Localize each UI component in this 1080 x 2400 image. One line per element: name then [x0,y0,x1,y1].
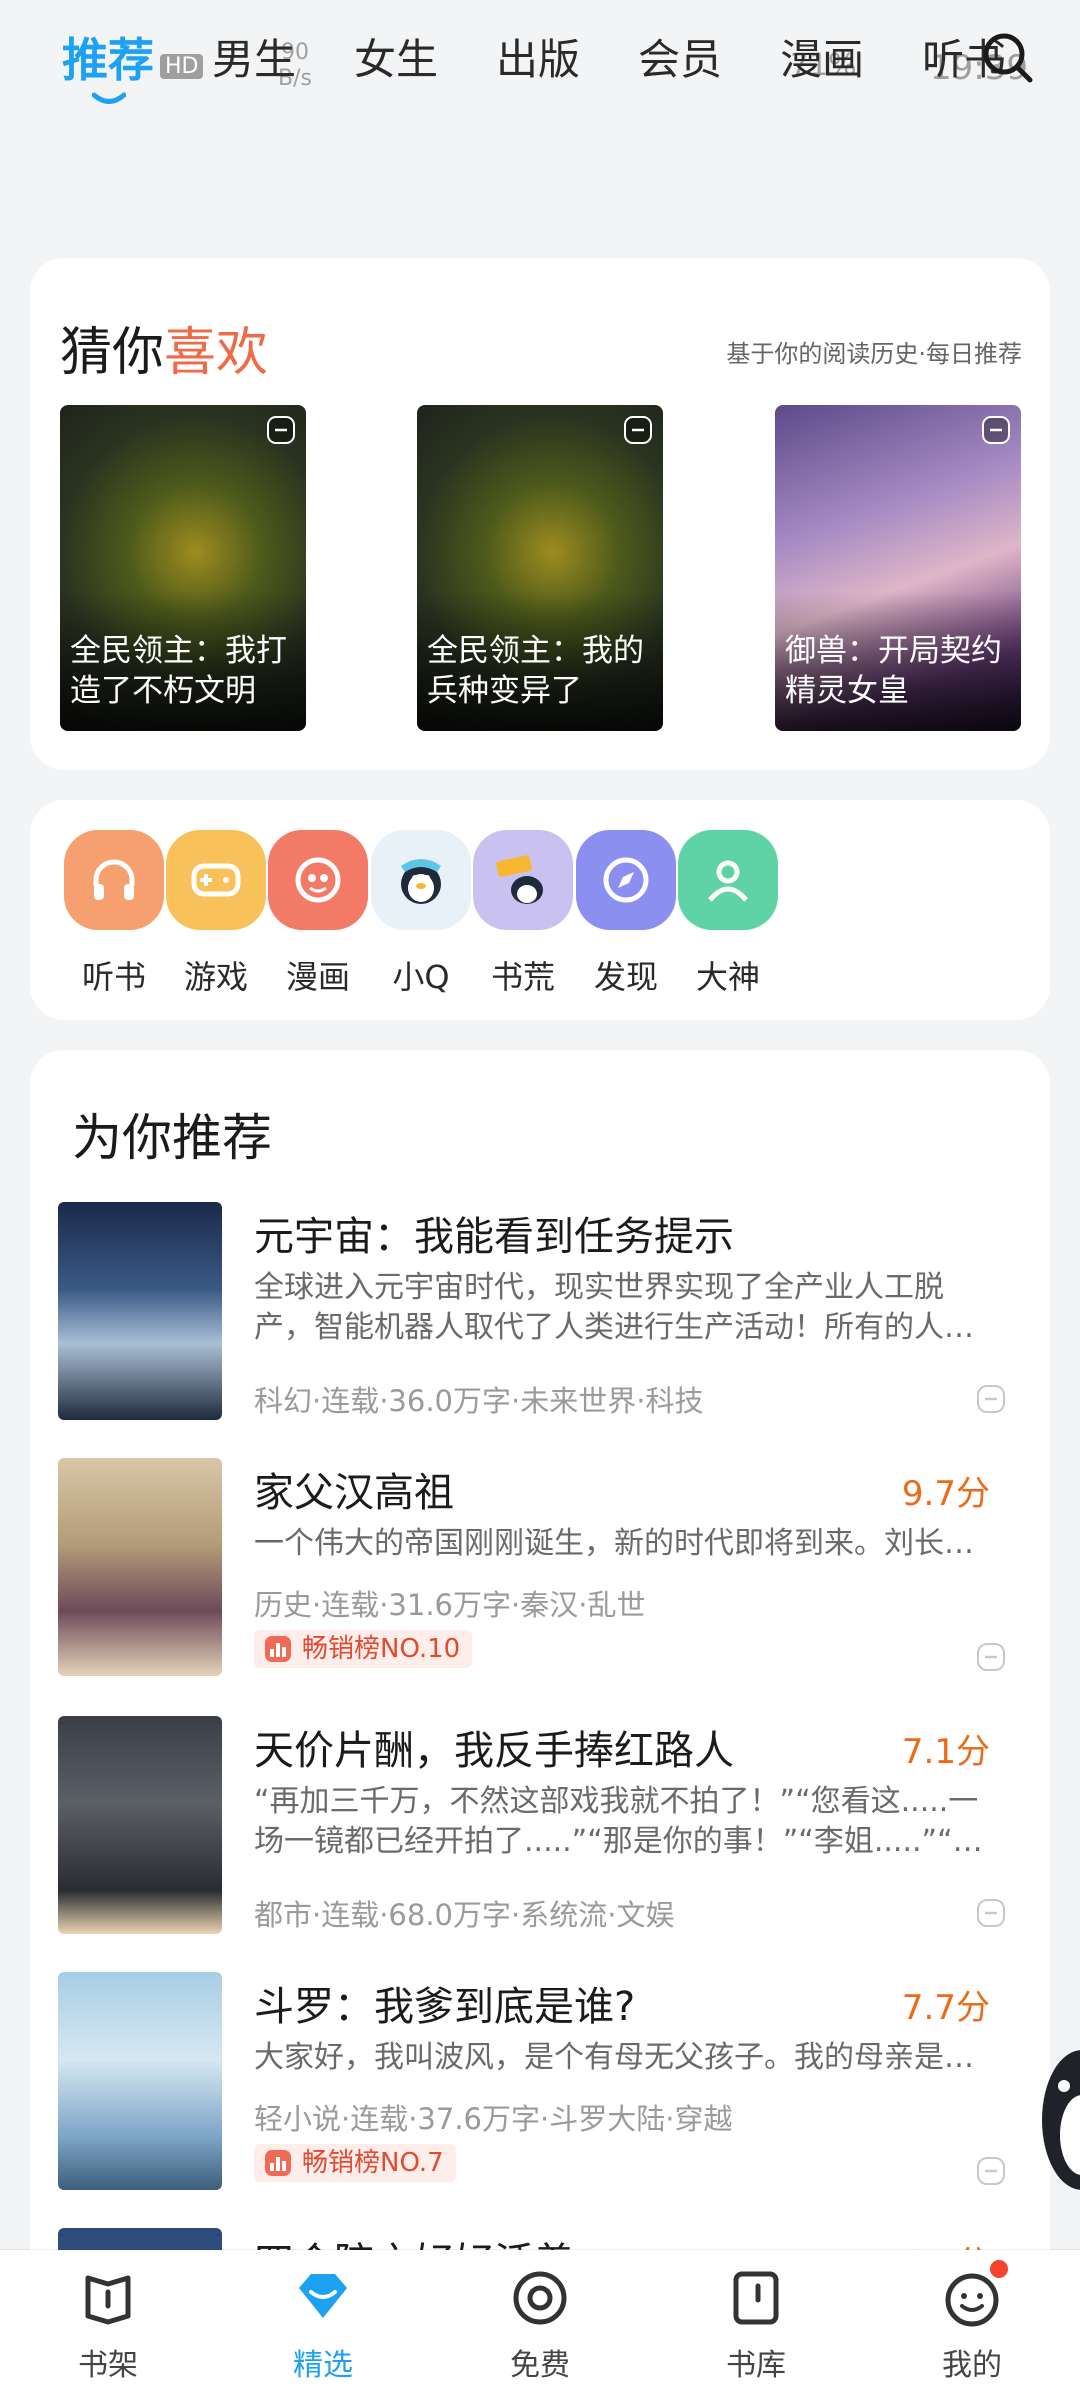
book-score: 7.1分 [901,1732,990,1772]
tab-publish[interactable]: 出版 [496,30,580,90]
book-description: 全球进入元宇宙时代，现实世界实现了全产业人工脱产，智能机器人取代了人类进行生产活… [254,1270,974,1345]
guess-book-title: 全民领主：我打造了不朽文明 [70,633,287,709]
active-tab-indicator [92,92,126,104]
guess-book[interactable]: 御兽：开局契约精灵女皇 [775,405,1021,731]
guess-book[interactable]: 全民领主：我打造了不朽文明 [60,405,306,731]
bookshelf-icon [78,2268,138,2328]
library-icon [726,2268,786,2328]
shortcut-great-author[interactable]: 大神 [673,830,783,998]
rank-icon [265,1636,291,1662]
tab-vip[interactable]: 会员 [638,30,722,90]
book-meta: 都市·连载·68.0万字·系统流·文娱 [254,1898,675,1932]
dislike-icon[interactable] [981,415,1011,445]
penguin-sign-icon [473,830,573,930]
rank-badge: 畅销榜NO.7 [254,2144,456,2182]
nav-bookshelf[interactable]: 书架 [38,2268,178,2384]
book-item[interactable]: 家父汉高祖 9.7分 一个伟大的帝国刚刚诞生，新的时代即将到来。刘长穿越而来……… [58,1458,1022,1676]
rank-badge: 畅销榜NO.10 [254,1630,473,1668]
guess-book-title: 全民领主：我的兵种变异了 [427,633,644,709]
dislike-icon[interactable] [623,415,653,445]
shortcut-row: 听书 游戏 漫画 小Q 书荒 发现 大神 [30,800,1050,1020]
shortcut-audiobook[interactable]: 听书 [59,830,169,998]
tab-female[interactable]: 女生 [354,30,438,90]
book-meta: 轻小说·连载·37.6万字·斗罗大陆·穿越 [254,2102,733,2136]
book-cover [58,1458,222,1676]
compass-icon [576,830,676,930]
profile-icon [942,2260,1008,2328]
tab-male[interactable]: 男生 [212,30,296,90]
nav-profile[interactable]: 我的 [902,2260,1042,2384]
headphones-icon [64,830,164,930]
book-cover [58,1972,222,2190]
book-title: 家父汉高祖 [254,1470,454,1516]
dislike-icon[interactable] [976,1898,1006,1928]
floating-penguin-mascot[interactable] [1030,2040,1080,2200]
tab-comic[interactable]: 漫画 [780,30,864,90]
dislike-icon[interactable] [976,2156,1006,2186]
book-score: 9.7分 [901,1474,990,1514]
search-icon[interactable] [980,30,1036,86]
guess-subtitle: 基于你的阅读历史·每日推荐 [726,340,1022,368]
notification-dot [990,2260,1008,2278]
nav-library[interactable]: 书库 [686,2268,826,2384]
gamepad-icon [166,830,266,930]
comic-icon [268,830,368,930]
book-title: 斗罗：我爹到底是谁? [254,1984,636,2030]
book-description: 大家好，我叫波风，是个有母无父孩子。我的母亲是…… [254,2040,994,2075]
book-meta: 历史·连载·31.6万字·秦汉·乱世 [254,1588,646,1622]
book-title: 天价片酬，我反手捧红路人 [254,1728,734,1774]
bottom-navigation: 书架 精选 免费 书库 我的 [0,2250,1080,2400]
book-description: “再加三千万，不然这部戏我就不拍了！”“您看这.....一场一镜都已经开拍了..… [254,1784,983,1859]
guess-book-title: 御兽：开局契约精灵女皇 [785,633,1002,709]
top-bar: HD 90 B/s 71% 19:39 推荐 男生 女生 出版 会员 漫画 听书 [0,0,1080,130]
nav-free[interactable]: 免费 [470,2268,610,2384]
book-description: 一个伟大的帝国刚刚诞生，新的时代即将到来。刘长穿越而来…… [254,1526,994,1561]
guess-book[interactable]: 全民领主：我的兵种变异了 [417,405,663,731]
person-icon [678,830,778,930]
shortcut-book-shortage[interactable]: 书荒 [468,830,578,998]
book-meta: 科幻·连载·36.0万字·未来世界·科技 [254,1384,704,1418]
book-cover [58,1716,222,1934]
shortcut-games[interactable]: 游戏 [161,830,271,998]
nav-featured[interactable]: 精选 [253,2268,393,2384]
featured-icon [293,2268,353,2328]
penguin-mascot-icon [371,830,471,930]
guess-title: 猜你喜欢 [60,323,269,383]
recommend-card: 为你推荐 元宇宙：我能看到任务提示 全球进入元宇宙时代，现实世界实现了全产业人工… [30,1050,1050,2400]
book-score: 7.7分 [901,1988,990,2028]
book-item[interactable]: 天价片酬，我反手捧红路人 7.1分 “再加三千万，不然这部戏我就不拍了！”“您看… [58,1716,1022,1934]
dislike-icon[interactable] [976,1642,1006,1672]
guess-you-like-card: 猜你喜欢 基于你的阅读历史·每日推荐 全民领主：我打造了不朽文明 全民领主：我的… [30,258,1050,770]
book-title: 元宇宙：我能看到任务提示 [254,1214,734,1260]
channel-tabs: 推荐 男生 女生 出版 会员 漫画 听书 [62,30,1064,104]
free-icon [510,2268,570,2328]
tab-recommend[interactable]: 推荐 [62,30,154,104]
book-item[interactable]: 斗罗：我爹到底是谁? 7.7分 大家好，我叫波风，是个有母无父孩子。我的母亲是…… [58,1972,1022,2190]
shortcut-discover[interactable]: 发现 [571,830,681,998]
shortcut-q[interactable]: 小Q [366,830,476,998]
book-item[interactable]: 元宇宙：我能看到任务提示 全球进入元宇宙时代，现实世界实现了全产业人工脱产，智能… [58,1202,1022,1420]
dislike-icon[interactable] [266,415,296,445]
shortcut-comic[interactable]: 漫画 [263,830,373,998]
book-cover [58,1202,222,1420]
dislike-icon[interactable] [976,1384,1006,1414]
rank-icon [265,2150,291,2176]
recommend-title: 为你推荐 [72,1109,272,1167]
